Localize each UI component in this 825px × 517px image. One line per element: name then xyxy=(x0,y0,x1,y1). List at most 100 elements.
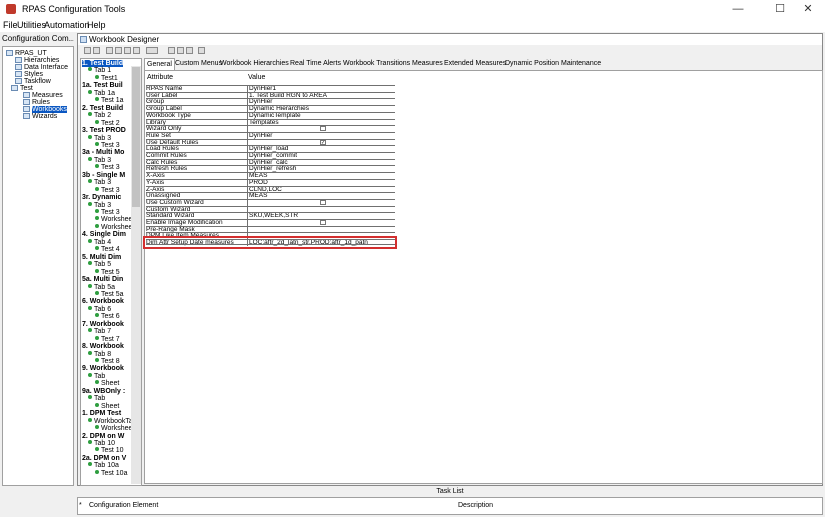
workbook-item[interactable]: 5. Multi Dim xyxy=(82,254,121,261)
workbook-tab-item[interactable]: Tab 3 xyxy=(88,134,111,142)
tree-item-styles[interactable]: Styles xyxy=(15,71,43,78)
workbook-tab-item[interactable]: Tab 4 xyxy=(88,238,111,246)
worksheet-item[interactable]: Test 7 xyxy=(95,335,120,343)
workbook-item[interactable]: 1. Test Build xyxy=(82,60,124,67)
workbook-tab-item[interactable]: Tab 8 xyxy=(88,350,111,358)
workbook-item[interactable]: 1a. Test Buil xyxy=(82,82,123,89)
workbook-item[interactable]: 2. DPM on W xyxy=(82,433,124,440)
workbook-tab-item[interactable]: Tab 10a xyxy=(88,462,119,469)
close-button[interactable]: ✕ xyxy=(791,0,825,19)
worksheet-item[interactable]: Test 3 xyxy=(95,141,120,149)
workbook-item[interactable]: 3a - Multi Mo xyxy=(82,149,124,156)
tab-custom-menus[interactable]: Custom Menus xyxy=(173,58,224,69)
tree-item-hierarchies[interactable]: Hierarchies xyxy=(15,57,59,64)
menu-help[interactable]: Help xyxy=(87,20,106,30)
app-logo-icon xyxy=(6,4,16,14)
workbook-item[interactable]: 7. Workbook xyxy=(82,321,124,328)
tab-extended-measures[interactable]: Extended Measures xyxy=(442,58,508,69)
worksheet-item[interactable]: Sheet xyxy=(95,402,119,410)
tree-item-rpas-ut[interactable]: RPAS_UT xyxy=(6,50,47,57)
tab-measures[interactable]: Measures xyxy=(410,58,445,69)
property-checkbox[interactable] xyxy=(320,199,326,205)
worksheet-item[interactable]: Test 5a xyxy=(95,290,124,298)
property-checkbox[interactable] xyxy=(320,126,326,132)
new-icon[interactable] xyxy=(84,47,91,54)
worksheet-item[interactable]: Test 6 xyxy=(95,313,120,320)
minimize-button[interactable]: — xyxy=(721,0,755,19)
worksheet-item[interactable]: Test 5 xyxy=(95,268,120,276)
task-list-column-description[interactable]: Description xyxy=(458,502,493,509)
workbook-item[interactable]: 9a. WBOnly : xyxy=(82,388,125,395)
workbook-item[interactable]: 4. Single Dim xyxy=(82,231,126,238)
copy-icon[interactable] xyxy=(124,47,131,54)
edit-icon[interactable] xyxy=(177,47,184,54)
workbook-item[interactable]: 9. Workbook xyxy=(82,365,124,372)
workbook-tab-item[interactable]: Tab 7 xyxy=(88,328,111,335)
worksheet-item[interactable]: Test 8 xyxy=(95,358,120,365)
worksheet-item[interactable]: Test 1a xyxy=(95,97,124,104)
workbook-item[interactable]: 6. Workbook xyxy=(82,298,124,305)
config-tree[interactable]: RPAS_UT Hierarchies Data Interface Style… xyxy=(2,46,74,486)
tree-item-test[interactable]: Test xyxy=(11,85,33,92)
tree-item-measures[interactable]: Measures xyxy=(23,92,63,99)
layout-dropdown-icon[interactable] xyxy=(146,47,158,54)
worksheet-item[interactable]: Test 3 xyxy=(95,164,120,171)
tree-item-data-interface[interactable]: Data Interface xyxy=(15,64,68,71)
menu-utilities[interactable]: Utilities xyxy=(17,20,46,30)
tree-item-rules[interactable]: Rules xyxy=(23,99,50,106)
properties-icon[interactable] xyxy=(168,47,175,54)
worksheet-item[interactable]: Test1 xyxy=(95,74,118,82)
workbook-item[interactable]: 3. Test PROD xyxy=(82,127,126,134)
image-icon[interactable] xyxy=(198,47,205,54)
workbook-tab-item[interactable]: Tab 3 xyxy=(88,179,111,186)
workbook-tab-item[interactable]: Tab 3 xyxy=(88,201,111,209)
worksheet-item[interactable]: Test 3 xyxy=(95,209,120,216)
tree-item-wizards[interactable]: Wizards xyxy=(23,113,57,120)
workbook-item[interactable]: 2. Test Build xyxy=(82,105,123,112)
workbook-tab-item[interactable]: WorkbookTa xyxy=(88,417,133,425)
workbook-tab-item[interactable]: Tab 10 xyxy=(88,439,115,447)
tab-general[interactable]: General xyxy=(144,58,175,70)
paste-icon[interactable] xyxy=(133,47,140,54)
workbook-tab-item[interactable]: Tab 5 xyxy=(88,261,111,268)
tab-workbook-transitions[interactable]: Workbook Transitions xyxy=(341,58,412,69)
task-list-column-config-element[interactable]: Configuration Element xyxy=(89,502,158,509)
grid-icon[interactable] xyxy=(186,47,193,54)
worksheet-item[interactable]: Test 10a xyxy=(95,469,127,477)
worksheet-item[interactable]: Workshee xyxy=(95,216,132,223)
workbook-tab-item[interactable]: Tab 3 xyxy=(88,156,111,164)
tab-dynamic-position-maintenance[interactable]: Dynamic Position Maintenance xyxy=(503,58,603,69)
worksheet-item[interactable]: Test 2 xyxy=(95,119,120,127)
worksheet-item[interactable]: Test 4 xyxy=(95,246,120,253)
tree-item-taskflow[interactable]: Taskflow xyxy=(15,78,51,85)
worksheet-item[interactable]: Test 3 xyxy=(95,186,120,194)
property-checkbox[interactable]: ✓ xyxy=(320,139,326,145)
workbook-item[interactable]: 3b - Single M xyxy=(82,172,125,179)
workbook-tab-item[interactable]: Tab xyxy=(88,395,105,402)
worksheet-item[interactable]: Workshee xyxy=(95,425,132,432)
workbook-tree-scroll-thumb[interactable] xyxy=(132,67,140,207)
delete-icon[interactable] xyxy=(106,47,113,54)
worksheet-item[interactable]: Workshee xyxy=(95,223,132,231)
workbook-tab-item[interactable]: Tab 2 xyxy=(88,112,111,119)
menu-file[interactable]: File xyxy=(3,20,18,30)
workbook-item[interactable]: 2a. DPM on V xyxy=(82,455,126,462)
menu-automation[interactable]: Automation xyxy=(44,20,90,30)
open-icon[interactable] xyxy=(93,47,100,54)
workbook-item[interactable]: 1. DPM Test xyxy=(82,410,121,417)
cut-icon[interactable] xyxy=(115,47,122,54)
worksheet-item[interactable]: Sheet xyxy=(95,380,119,387)
property-checkbox[interactable] xyxy=(320,220,326,225)
worksheet-item[interactable]: Test 10 xyxy=(95,447,124,454)
workbook-tab-item[interactable]: Tab 1 xyxy=(88,67,111,74)
workbook-tab-item[interactable]: Tab xyxy=(88,372,105,380)
workbook-item[interactable]: 8. Workbook xyxy=(82,343,124,350)
workbook-item[interactable]: 3r. Dynamic xyxy=(82,194,121,201)
workbook-tab-item[interactable]: Tab 5a xyxy=(88,283,115,291)
workbook-tab-item[interactable]: Tab 1a xyxy=(88,89,115,97)
tab-workbook-hierarchies[interactable]: Workbook Hierarchies xyxy=(218,58,291,69)
tab-real-time-alerts[interactable]: Real Time Alerts xyxy=(288,58,343,69)
workbook-tab-item[interactable]: Tab 6 xyxy=(88,305,111,313)
workbook-item[interactable]: 5a. Multi Din xyxy=(82,276,123,283)
tree-item-workbooks[interactable]: Workbooks xyxy=(23,106,67,113)
